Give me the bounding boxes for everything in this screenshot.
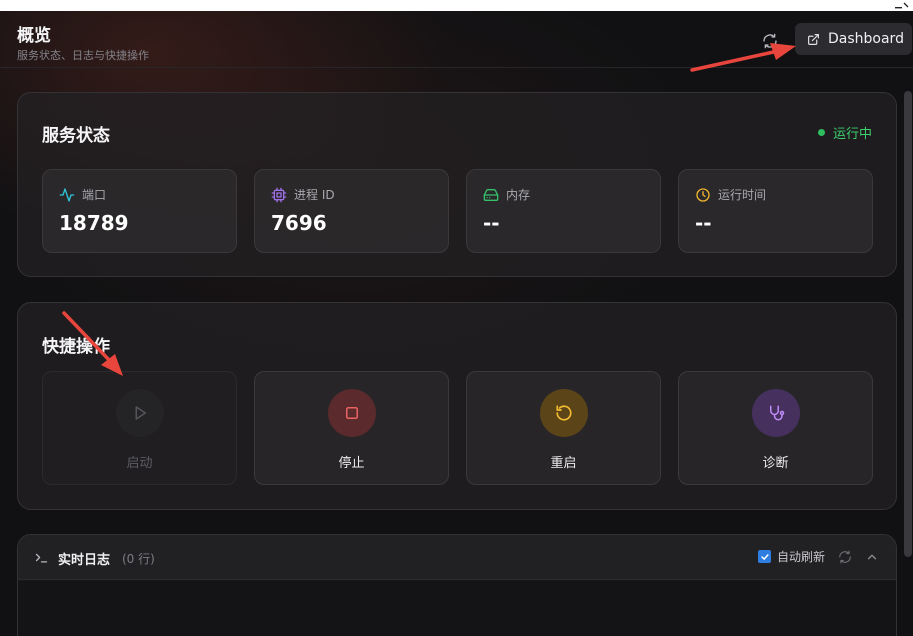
auto-refresh-toggle[interactable]: 自动刷新 xyxy=(758,548,825,565)
top-strip xyxy=(0,0,913,11)
stat-port-label: 端口 xyxy=(82,188,107,202)
cpu-icon xyxy=(271,187,287,202)
status-dot xyxy=(817,129,825,136)
stat-memory-label: 内存 xyxy=(506,188,531,202)
stat-memory: 内存 -- xyxy=(466,169,661,253)
start-label: 启动 xyxy=(126,456,153,471)
log-title: 实时日志 xyxy=(58,553,111,568)
service-status-card: 服务状态 运行中 端口 18789 进程 ID 7696 内存 -- 运行时间 … xyxy=(17,92,897,277)
stat-pid-value: 7696 xyxy=(271,211,327,235)
page-title: 概览 xyxy=(17,26,51,46)
stat-uptime-label: 运行时间 xyxy=(718,188,767,202)
stat-uptime-label-row: 运行时间 xyxy=(695,186,766,203)
stop-button[interactable]: 停止 xyxy=(254,371,449,485)
stat-pid: 进程 ID 7696 xyxy=(254,169,449,253)
play-icon xyxy=(135,406,146,420)
quick-actions-title: 快捷操作 xyxy=(42,337,110,357)
corner-glyph xyxy=(895,2,909,9)
restart-label: 重启 xyxy=(550,456,577,471)
refresh-button[interactable] xyxy=(758,29,782,53)
stat-port-label-row: 端口 xyxy=(59,186,106,203)
restart-button[interactable]: 重启 xyxy=(466,371,661,485)
app-window: 概览 服务状态、日志与快捷操作 Dashboard 服务状态 运行中 端口 18… xyxy=(0,11,913,636)
stat-uptime: 运行时间 -- xyxy=(678,169,873,253)
stop-icon xyxy=(346,407,358,419)
log-output xyxy=(18,581,896,636)
restart-icon-circle xyxy=(540,389,588,437)
service-status-title: 服务状态 xyxy=(42,126,110,146)
stat-memory-label-row: 内存 xyxy=(483,186,530,203)
log-header: 实时日志 (0 行) 自动刷新 xyxy=(18,535,896,580)
stethoscope-icon xyxy=(770,405,785,421)
live-log-card: 实时日志 (0 行) 自动刷新 xyxy=(17,534,897,636)
check-icon xyxy=(760,553,769,560)
start-icon-circle xyxy=(116,389,164,437)
log-refresh-icon[interactable] xyxy=(838,550,852,564)
stat-port-value: 18789 xyxy=(59,211,129,235)
dashboard-button[interactable]: Dashboard xyxy=(795,23,912,55)
stat-memory-value: -- xyxy=(483,211,500,235)
terminal-icon xyxy=(35,553,48,563)
stat-pid-label-row: 进程 ID xyxy=(271,186,335,203)
diagnose-button[interactable]: 诊断 xyxy=(678,371,873,485)
page-subtitle: 服务状态、日志与快捷操作 xyxy=(17,49,149,62)
chevron-up-icon[interactable] xyxy=(865,550,879,564)
log-line-count: (0 行) xyxy=(122,552,155,566)
hard-drive-icon xyxy=(483,188,499,201)
status-text: 运行中 xyxy=(832,127,872,142)
stop-icon-circle xyxy=(328,389,376,437)
auto-refresh-label: 自动刷新 xyxy=(777,550,826,564)
stop-label: 停止 xyxy=(338,456,365,471)
auto-refresh-checkbox[interactable] xyxy=(758,550,771,563)
page-scrollbar[interactable] xyxy=(904,91,912,557)
restart-icon xyxy=(556,405,572,421)
dashboard-label: Dashboard xyxy=(828,31,904,47)
refresh-icon xyxy=(763,33,777,49)
activity-icon xyxy=(59,187,75,202)
diagnose-label: 诊断 xyxy=(762,456,789,471)
status-badge: 运行中 xyxy=(817,123,872,142)
quick-actions-card: 快捷操作 启动 停止 重启 诊断 xyxy=(17,302,897,510)
stat-port: 端口 18789 xyxy=(42,169,237,253)
stat-pid-label: 进程 ID xyxy=(294,188,335,202)
external-link-icon xyxy=(808,33,819,45)
start-button[interactable]: 启动 xyxy=(42,371,237,485)
diagnose-icon-circle xyxy=(752,389,800,437)
stat-uptime-value: -- xyxy=(695,211,712,235)
clock-icon xyxy=(696,187,710,202)
page-header: 概览 服务状态、日志与快捷操作 Dashboard xyxy=(0,11,913,68)
